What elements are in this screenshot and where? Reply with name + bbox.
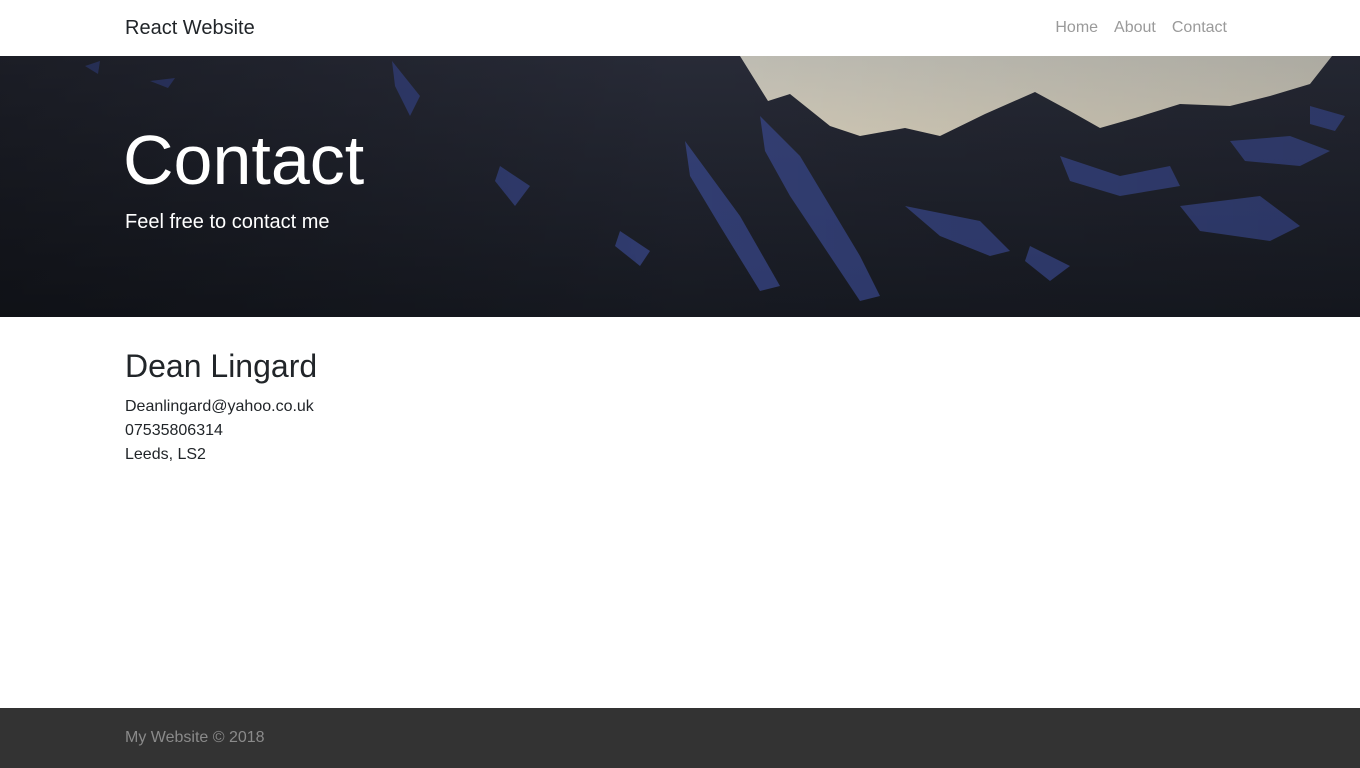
nav-link-contact[interactable]: Contact (1172, 17, 1227, 39)
nav-link-home[interactable]: Home (1055, 17, 1098, 39)
brand-link[interactable]: React Website (125, 15, 255, 41)
footer: My Website © 2018 (0, 708, 1360, 768)
hero-banner: Contact Feel free to contact me (0, 56, 1360, 317)
contact-name: Dean Lingard (125, 348, 318, 384)
page-title: Contact (123, 121, 365, 199)
contact-email: Deanlingard@yahoo.co.uk (125, 398, 314, 415)
nav-links: Home About Contact (1055, 17, 1227, 39)
contact-phone: 07535806314 (125, 422, 223, 439)
footer-copyright: My Website © 2018 (125, 729, 265, 746)
contact-details: Dean Lingard Deanlingard@yahoo.co.uk 075… (125, 346, 1235, 467)
page-subtitle: Feel free to contact me (125, 211, 330, 233)
nav-link-about[interactable]: About (1114, 17, 1156, 39)
navbar: React Website Home About Contact (0, 0, 1360, 56)
contact-location: Leeds, LS2 (125, 446, 206, 463)
